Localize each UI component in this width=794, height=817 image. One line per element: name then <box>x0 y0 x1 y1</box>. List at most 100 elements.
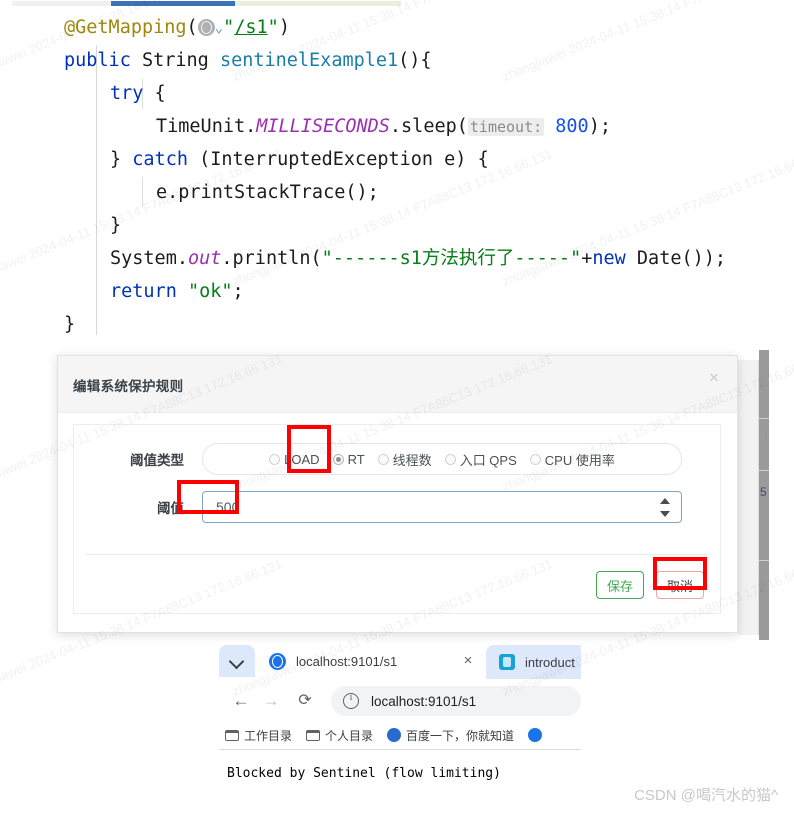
browser-tab-active[interactable]: localhost:9101/s1 × <box>255 643 486 679</box>
timeunit-class: TimeUnit <box>156 116 246 137</box>
tab-strip-segment-grey <box>12 1 111 6</box>
catch-open: ( <box>187 149 211 170</box>
form-row-threshold: 阈值 <box>74 491 720 527</box>
radio-option-cpu-usage[interactable]: CPU 使用率 <box>529 450 615 469</box>
forward-icon[interactable]: → <box>259 689 283 713</box>
keyword-try: try <box>110 83 144 104</box>
background-fragment-a: ｜ <box>760 429 771 442</box>
indent-guide-catch <box>142 177 143 207</box>
code-line-sleep: TimeUnit.MILLISECONDS.sleep(timeout: 800… <box>156 110 611 144</box>
threshold-input[interactable] <box>203 492 643 522</box>
dot1: . <box>245 116 257 137</box>
radio-label-thread-count: 线程数 <box>392 452 432 468</box>
dot4: . <box>221 248 233 269</box>
edit-system-rule-dialog: 编辑系统保护规则 × 阈值类型 LOAD RT 线程数 入口 QPS CPU 使… <box>57 355 738 633</box>
site-info-icon[interactable] <box>343 692 359 709</box>
bookmark-baidu[interactable]: 百度一下，你就知道 <box>387 727 514 744</box>
bookmark-work-dir[interactable]: 工作目录 <box>225 727 292 744</box>
keyword-new: new <box>592 248 626 269</box>
dialog-actions: 保存 取消 <box>595 571 704 599</box>
type-string: String <box>141 50 209 71</box>
radio-dot-icon[interactable] <box>444 453 456 465</box>
quote-open-log: " <box>321 248 333 269</box>
code-line-signature: public String sentinelExample1(){ <box>64 44 432 77</box>
code-line-catch: } catch (InterruptedException e) { <box>110 143 489 176</box>
tab-strip-segment-marked[interactable] <box>235 1 401 6</box>
cancel-button[interactable]: 取消 <box>655 571 704 599</box>
code-line-close-method: } <box>64 308 75 341</box>
threshold-input-wrapper[interactable] <box>202 491 682 523</box>
quote-close: " <box>267 17 279 38</box>
sleep-paren: ( <box>456 116 468 137</box>
save-button[interactable]: 保存 <box>595 571 644 599</box>
browser-toolbar: ← → ⟳ localhost:9101/s1 <box>219 681 581 721</box>
sleep-call: sleep <box>401 116 457 137</box>
radio-option-entry-qps[interactable]: 入口 QPS <box>444 450 517 469</box>
bookmark-other[interactable] <box>528 728 547 742</box>
stepper-up-icon[interactable] <box>660 498 670 504</box>
code-line-try: try { <box>110 77 166 110</box>
close-icon[interactable]: × <box>460 653 476 669</box>
close-icon[interactable]: × <box>703 366 725 388</box>
bookmark-label: 个人目录 <box>325 728 374 743</box>
close-brace-method: } <box>64 314 76 335</box>
baidu-paw-icon <box>387 728 402 742</box>
milliseconds-const: MILLISECONDS <box>256 116 390 137</box>
browser-tab-inactive[interactable]: introduct <box>486 645 581 679</box>
println-end: ()); <box>681 248 727 269</box>
number-800: 800 <box>555 116 589 137</box>
background-fragment-b: 5 <box>760 485 767 499</box>
background-row-divider-2 <box>759 470 769 471</box>
tab-strip-segment-active[interactable] <box>111 1 235 6</box>
sleep-end: ); <box>588 116 611 137</box>
radio-option-thread-count[interactable]: 线程数 <box>377 450 432 469</box>
tab-search-button[interactable] <box>219 645 255 677</box>
close-brace-try: } <box>110 149 133 170</box>
number-stepper[interactable] <box>660 498 672 517</box>
radio-dot-icon[interactable] <box>377 453 389 465</box>
form-row-threshold-type: 阈值类型 LOAD RT 线程数 入口 QPS CPU 使用率 <box>74 443 720 479</box>
stepper-down-icon[interactable] <box>660 511 670 517</box>
dot2: . <box>389 116 402 137</box>
exception-type: InterruptedException <box>210 149 434 170</box>
signature-tail: (){ <box>398 50 432 71</box>
code-line-return: return "ok"; <box>110 275 244 308</box>
label-threshold: 阈值 <box>157 501 184 516</box>
background-page-sliver: ｜ 5 <box>738 350 794 640</box>
dialog-body: 阈值类型 LOAD RT 线程数 入口 QPS CPU 使用率 阈值 500 保… <box>73 424 721 614</box>
spring-icon <box>499 654 515 670</box>
back-icon[interactable]: ← <box>229 689 253 713</box>
radio-label-rt: RT <box>347 451 365 467</box>
method-name: sentinelExample1 <box>219 50 399 71</box>
radio-label-load: LOAD <box>284 451 320 467</box>
dialog-header: 编辑系统保护规则 × <box>58 356 737 413</box>
editor-gutter-line <box>96 45 97 335</box>
code-editor[interactable]: @GetMapping(⌄"/s1") public String sentin… <box>0 7 794 345</box>
bookmarks-bar: 工作目录 个人目录 百度一下，你就知道 <box>219 721 581 750</box>
threshold-type-radio-group[interactable]: LOAD RT 线程数 入口 QPS CPU 使用率 <box>202 443 682 475</box>
plus-op: + <box>581 248 593 269</box>
radio-dot-icon[interactable] <box>529 453 541 465</box>
radio-option-load[interactable]: LOAD <box>269 451 320 467</box>
radio-option-rt[interactable]: RT <box>332 451 365 467</box>
chevron-down-icon[interactable] <box>228 653 245 670</box>
radio-dot-icon[interactable] <box>332 453 344 465</box>
dot3: . <box>176 248 188 269</box>
bookmark-personal-dir[interactable]: 个人目录 <box>306 727 373 744</box>
paren-close: ) <box>278 17 290 38</box>
background-row-divider-3 <box>759 560 769 561</box>
address-bar[interactable]: localhost:9101/s1 <box>331 686 581 716</box>
code-line-close-catch: } <box>110 209 121 242</box>
radio-dot-icon[interactable] <box>269 453 281 465</box>
reload-icon[interactable]: ⟳ <box>293 689 317 713</box>
browser-tab-strip: localhost:9101/s1 × introduct <box>219 643 581 681</box>
print-stack-call: e.printStackTrace(); <box>156 182 379 203</box>
globe-icon <box>269 652 286 670</box>
quote-open-ok: " <box>187 281 200 302</box>
globe-gutter-icon[interactable] <box>197 19 215 36</box>
annotation-token: @GetMapping <box>64 17 187 38</box>
radio-label-cpu-usage: CPU 使用率 <box>544 452 615 468</box>
chevron-down-icon[interactable]: ⌄ <box>215 12 223 45</box>
url-literal[interactable]: /s1 <box>234 17 267 38</box>
close-brace-catch: } <box>110 215 122 236</box>
